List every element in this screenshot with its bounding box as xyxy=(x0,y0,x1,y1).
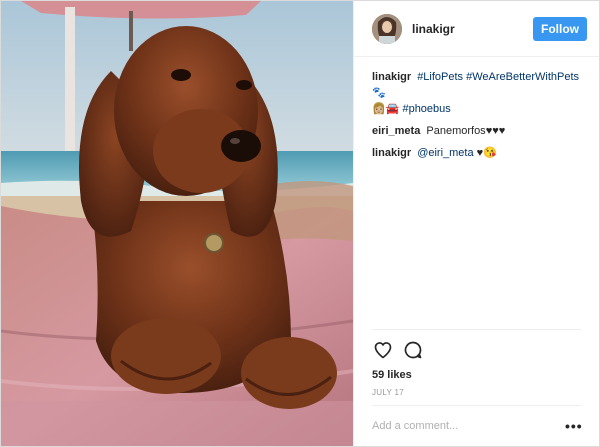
comment-author[interactable]: linakigr xyxy=(372,71,411,83)
post-header: linakigr Follow xyxy=(354,1,599,57)
follow-button[interactable]: Follow xyxy=(533,16,587,41)
avatar[interactable] xyxy=(372,13,402,44)
add-comment-bar: ••• xyxy=(372,405,582,446)
heart-icon[interactable] xyxy=(372,339,394,361)
comment-input[interactable] xyxy=(372,420,565,432)
post-author-username[interactable]: linakigr xyxy=(412,22,533,36)
post-actions: 59 likes JULY 17 xyxy=(372,329,581,397)
more-options-icon[interactable]: ••• xyxy=(565,418,582,434)
emoji: 👩🏼🚘 xyxy=(372,103,403,115)
hashtag-link[interactable]: #LifoPets xyxy=(417,71,463,83)
comment-bubble-icon[interactable] xyxy=(402,339,424,361)
likes-count[interactable]: 59 likes xyxy=(372,369,581,381)
mention-link[interactable]: @eiri_meta xyxy=(417,147,473,159)
hashtag-link[interactable]: #WeAreBetterWithPets xyxy=(466,71,579,83)
emoji: ♥😘 xyxy=(476,147,497,159)
hashtag-link[interactable]: #phoebus xyxy=(402,103,450,115)
comment-item: linakigr #LifoPets #WeAreBetterWithPets … xyxy=(372,69,581,117)
comments-list: linakigr #LifoPets #WeAreBetterWithPets … xyxy=(354,57,599,329)
comment-author[interactable]: linakigr xyxy=(372,147,411,159)
emoji: ♥♥♥ xyxy=(485,125,506,137)
comment-text: Panemorfos xyxy=(426,125,486,137)
dog-on-beach-image xyxy=(1,1,353,446)
action-icons xyxy=(372,338,581,362)
profile-photo xyxy=(372,13,402,44)
post-card: linakigr Follow linakigr #LifoPets #WeAr… xyxy=(0,0,600,447)
comment-item: eiri_meta Panemorfos♥♥♥ xyxy=(372,123,581,139)
post-photo[interactable] xyxy=(1,1,353,446)
post-date: JULY 17 xyxy=(372,388,405,397)
comment-author[interactable]: eiri_meta xyxy=(372,125,420,137)
post-details-panel: linakigr Follow linakigr #LifoPets #WeAr… xyxy=(353,1,599,446)
emoji: 🐾 xyxy=(372,87,386,99)
comment-item: linakigr @eiri_meta ♥😘 xyxy=(372,145,581,161)
